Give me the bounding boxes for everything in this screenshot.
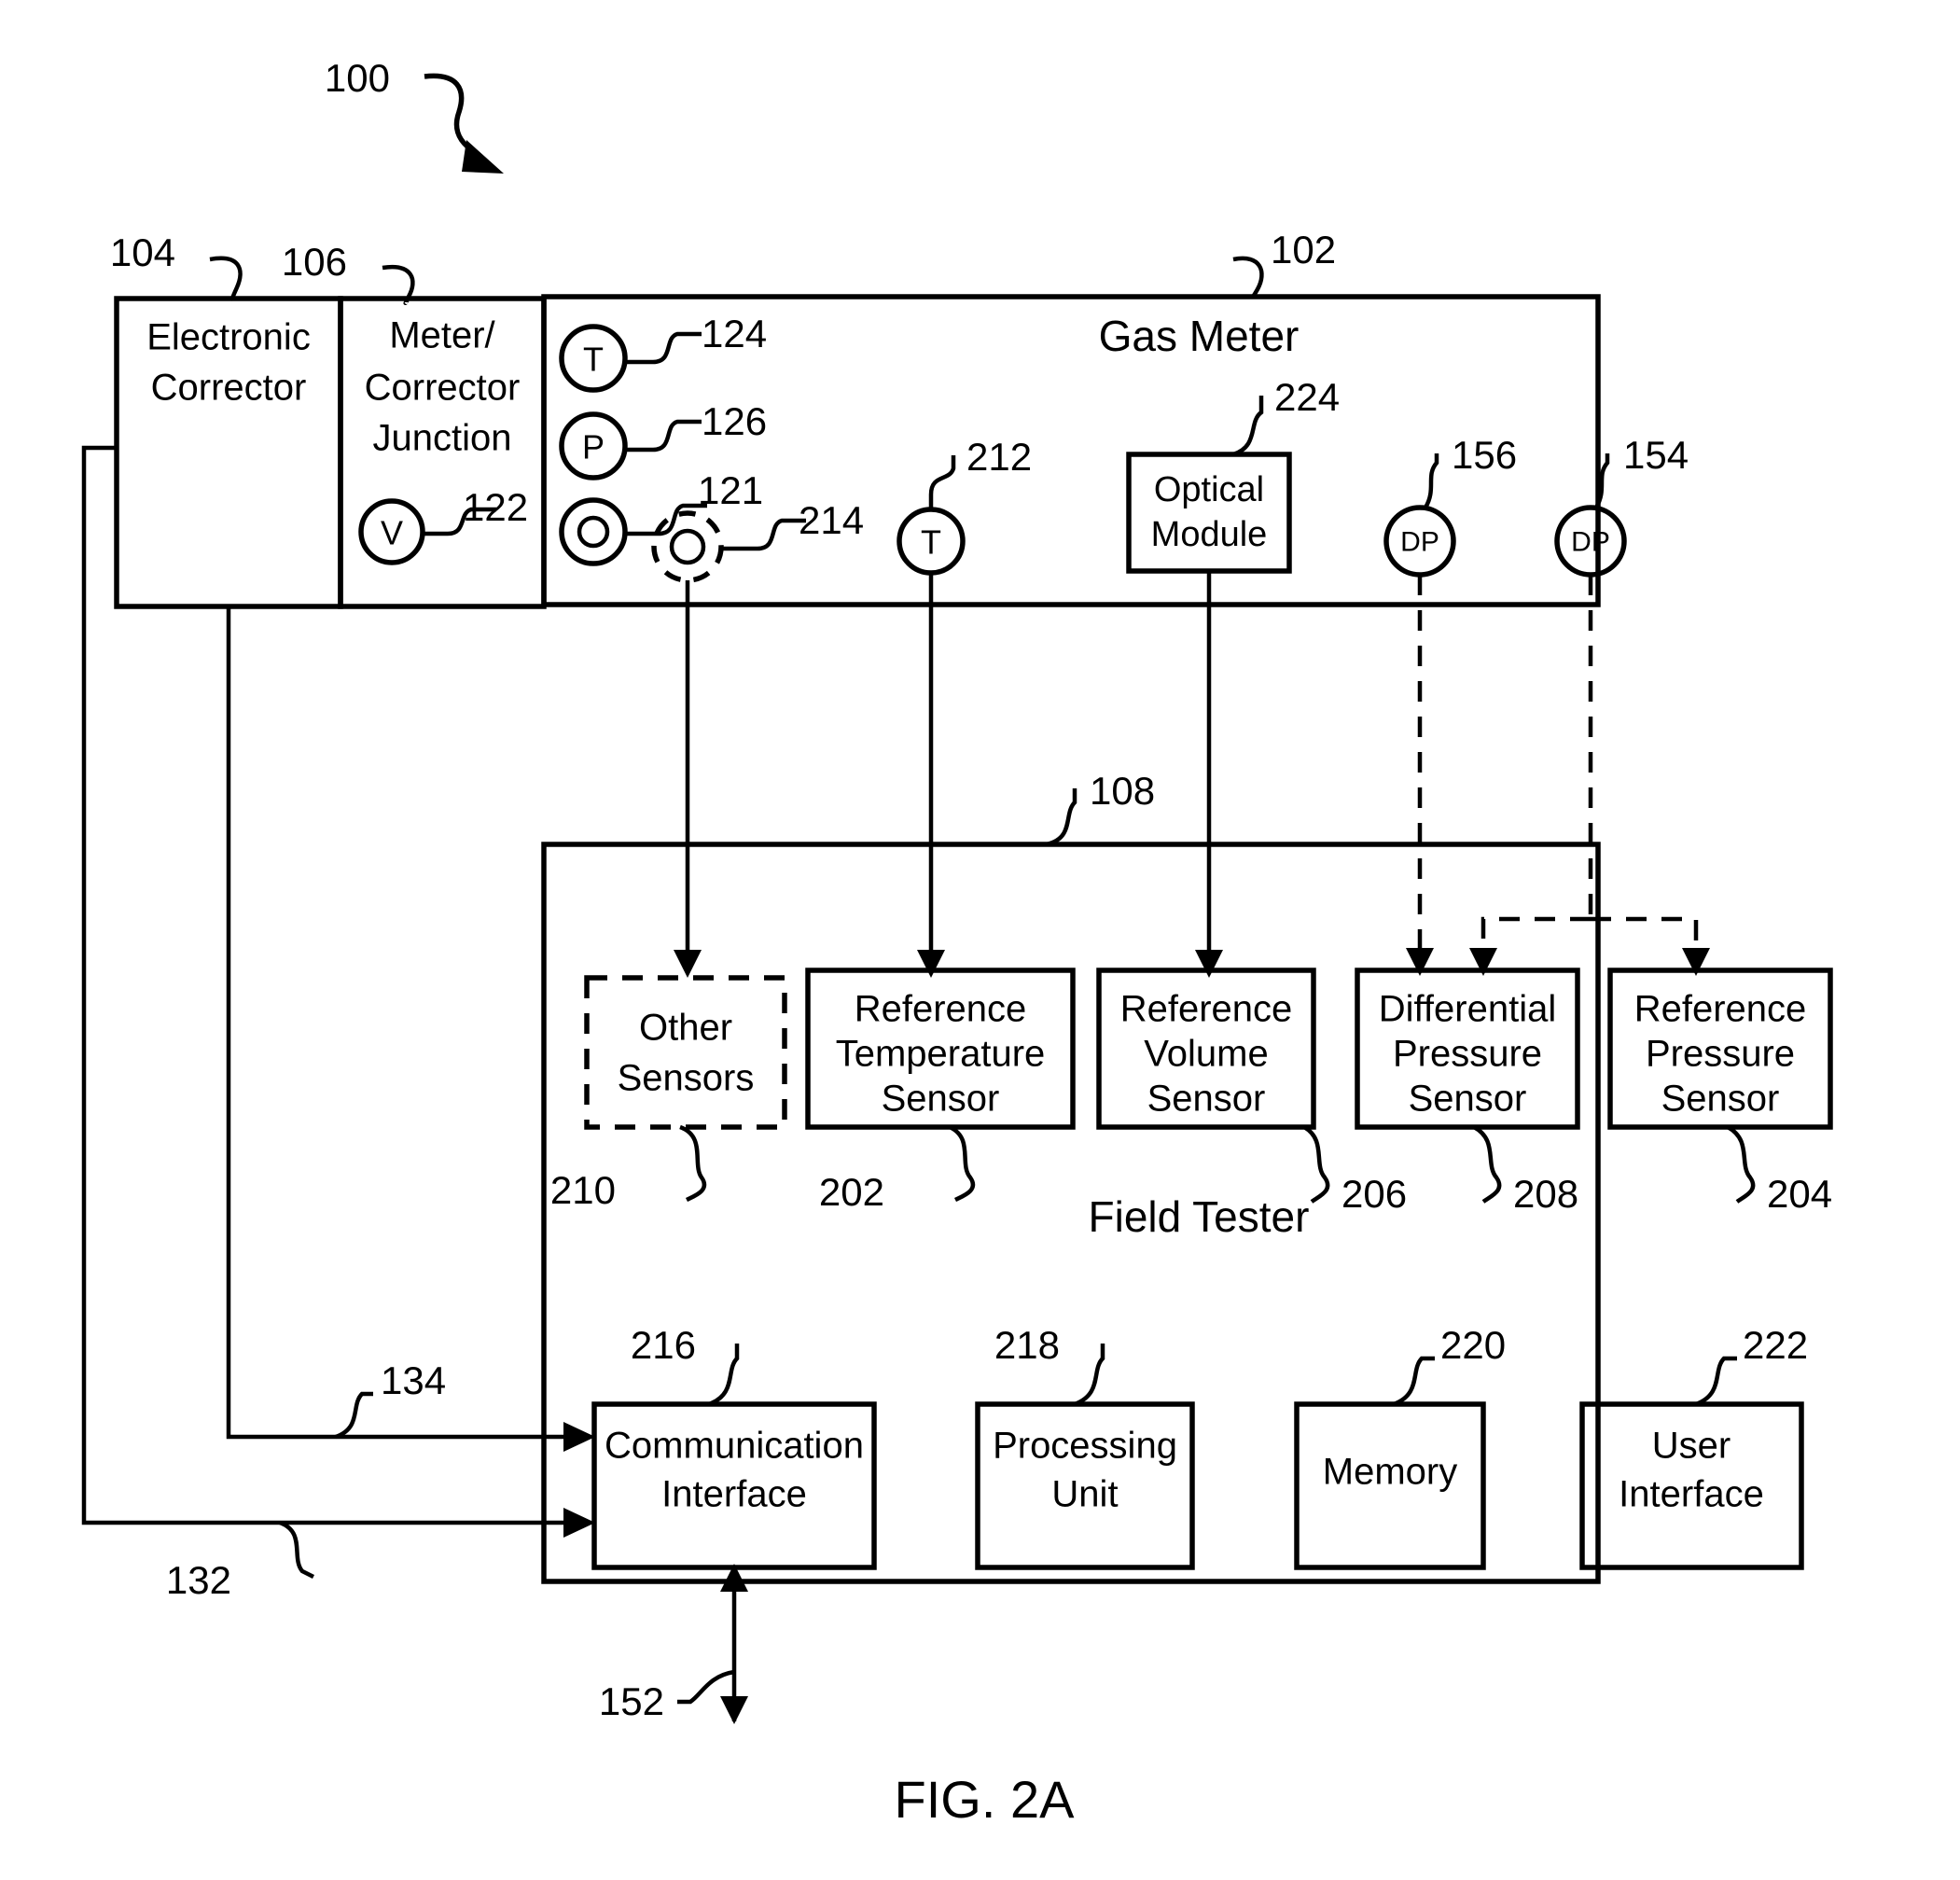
differential-pressure-left-symbol: DP bbox=[1400, 527, 1439, 558]
electronic-corrector-label-line1: Electronic bbox=[146, 317, 311, 358]
corrector-link-upper-ref: 134 bbox=[381, 1358, 446, 1402]
field-tester-leader bbox=[1046, 788, 1077, 847]
meter-optical-port-dashed[interactable] bbox=[651, 510, 806, 583]
reference-temperature-label-line3: Sensor bbox=[882, 1079, 1000, 1120]
meter-corrector-junction-label-line3: Junction bbox=[373, 418, 512, 459]
arrow-optical-module-to-reference-volume bbox=[1195, 571, 1223, 978]
gas-meter-leader bbox=[1232, 256, 1264, 299]
corrector-volume-symbol: V bbox=[381, 514, 403, 552]
patent-figure-page: 100 Electronic Corrector 104 Meter/ Corr… bbox=[0, 0, 1960, 1880]
reference-pressure-leader bbox=[1726, 1125, 1756, 1204]
other-sensors-label-line2: Sensors bbox=[618, 1058, 755, 1099]
processing-unit-label-line2: Unit bbox=[1051, 1474, 1118, 1515]
differential-pressure-port-left[interactable]: DP bbox=[1383, 453, 1456, 578]
meter-corrector-junction-ref: 106 bbox=[282, 240, 347, 284]
field-tester-ref: 108 bbox=[1090, 769, 1155, 813]
reference-volume-leader bbox=[1302, 1125, 1330, 1204]
reference-temperature-label-line2: Temperature bbox=[836, 1034, 1046, 1075]
differential-pressure-leader bbox=[1472, 1125, 1502, 1204]
meter-pressure-symbol: P bbox=[582, 428, 605, 467]
figure-2a-diagram: 100 Electronic Corrector 104 Meter/ Corr… bbox=[81, 56, 1833, 1829]
system-ref-label: 100 bbox=[325, 56, 390, 100]
reference-volume-label-line1: Reference bbox=[1120, 989, 1293, 1030]
differential-pressure-right-ref: 154 bbox=[1623, 433, 1689, 477]
user-interface-leader bbox=[1695, 1356, 1737, 1407]
reference-pressure-label-line2: Pressure bbox=[1646, 1034, 1795, 1075]
reference-volume-label-line3: Sensor bbox=[1147, 1079, 1266, 1120]
gas-meter-label: Gas Meter bbox=[1099, 312, 1300, 360]
arrow-dp-left-to-differential-pressure bbox=[1406, 575, 1434, 976]
processing-unit-leader bbox=[1074, 1344, 1105, 1407]
differential-pressure-label-line1: Differential bbox=[1379, 989, 1556, 1030]
memory-label: Memory bbox=[1323, 1452, 1457, 1493]
meter-pressure-ref: 126 bbox=[702, 399, 767, 443]
external-comm-link-line bbox=[677, 1564, 748, 1724]
corrector-link-upper-line bbox=[226, 606, 595, 1452]
communication-interface-label-line1: Communication bbox=[605, 1426, 864, 1467]
other-sensors-label-line1: Other bbox=[639, 1008, 732, 1049]
memory-ref: 220 bbox=[1440, 1323, 1506, 1367]
differential-pressure-label-line3: Sensor bbox=[1409, 1079, 1527, 1120]
reference-volume-label-line2: Volume bbox=[1144, 1034, 1268, 1075]
optical-module-ref: 224 bbox=[1274, 375, 1340, 419]
other-sensors-box[interactable] bbox=[584, 975, 787, 1130]
memory-leader bbox=[1393, 1356, 1435, 1407]
user-interface-label-line2: Interface bbox=[1619, 1474, 1764, 1515]
meter-pressure-port[interactable]: P bbox=[559, 411, 702, 480]
meter-temperature-symbol: T bbox=[583, 341, 604, 379]
communication-interface-label-line2: Interface bbox=[661, 1474, 807, 1515]
differential-pressure-port-right[interactable]: DP bbox=[1554, 453, 1627, 578]
meter-temperature-port[interactable]: T bbox=[559, 324, 702, 393]
user-interface-label-line1: User bbox=[1652, 1426, 1731, 1467]
meter-temp-probe-symbol: T bbox=[921, 523, 941, 562]
corrector-link-lower-ref: 132 bbox=[166, 1558, 231, 1602]
external-comm-link-ref: 152 bbox=[599, 1679, 664, 1723]
electronic-corrector-label-line2: Corrector bbox=[151, 368, 307, 409]
reference-pressure-label-line1: Reference bbox=[1634, 989, 1807, 1030]
meter-corrector-junction-label-line1: Meter/ bbox=[389, 315, 495, 356]
corrector-link-lower-line bbox=[81, 445, 595, 1580]
system-ref-pointer bbox=[424, 73, 504, 174]
processing-unit-label-line1: Processing bbox=[993, 1426, 1177, 1467]
other-sensors-ref: 210 bbox=[550, 1168, 616, 1212]
communication-interface-ref: 216 bbox=[631, 1323, 696, 1367]
figure-caption: FIG. 2A bbox=[895, 1770, 1076, 1829]
arrow-temp-to-reference-temperature bbox=[917, 573, 945, 978]
user-interface-ref: 222 bbox=[1743, 1323, 1808, 1367]
electronic-corrector-leader bbox=[209, 256, 243, 302]
meter-optical-solid-ref: 121 bbox=[698, 468, 763, 512]
electronic-corrector-ref: 104 bbox=[110, 230, 175, 274]
meter-optical-dashed-ref: 214 bbox=[799, 498, 864, 542]
meter-temp-probe-port[interactable]: T bbox=[897, 455, 966, 576]
optical-module-label-line2: Module bbox=[1151, 515, 1268, 554]
reference-temperature-leader bbox=[948, 1124, 976, 1203]
meter-corrector-junction-label-line2: Corrector bbox=[365, 368, 521, 409]
differential-pressure-left-ref: 156 bbox=[1452, 433, 1517, 477]
differential-pressure-ref: 208 bbox=[1513, 1172, 1578, 1216]
communication-interface-leader bbox=[708, 1344, 740, 1407]
meter-temp-probe-ref: 212 bbox=[966, 435, 1032, 479]
reference-volume-ref: 206 bbox=[1341, 1172, 1407, 1216]
other-sensors-leader bbox=[679, 1124, 707, 1203]
optical-module-leader bbox=[1232, 396, 1264, 457]
reference-pressure-ref: 204 bbox=[1767, 1172, 1832, 1216]
differential-pressure-right-symbol: DP bbox=[1571, 527, 1610, 558]
field-tester-label: Field Tester bbox=[1089, 1192, 1310, 1241]
reference-pressure-label-line3: Sensor bbox=[1661, 1079, 1780, 1120]
reference-temperature-ref: 202 bbox=[819, 1170, 884, 1214]
arrow-optical-to-other-sensors bbox=[674, 580, 702, 978]
processing-unit-ref: 218 bbox=[994, 1323, 1060, 1367]
reference-temperature-label-line1: Reference bbox=[855, 989, 1027, 1030]
differential-pressure-label-line2: Pressure bbox=[1393, 1034, 1542, 1075]
arrow-dp-right-branch bbox=[1469, 575, 1710, 976]
optical-module-label-line1: Optical bbox=[1154, 470, 1264, 509]
gas-meter-ref: 102 bbox=[1271, 228, 1336, 272]
corrector-volume-ref: 122 bbox=[463, 485, 528, 529]
meter-temperature-ref: 124 bbox=[702, 312, 767, 355]
